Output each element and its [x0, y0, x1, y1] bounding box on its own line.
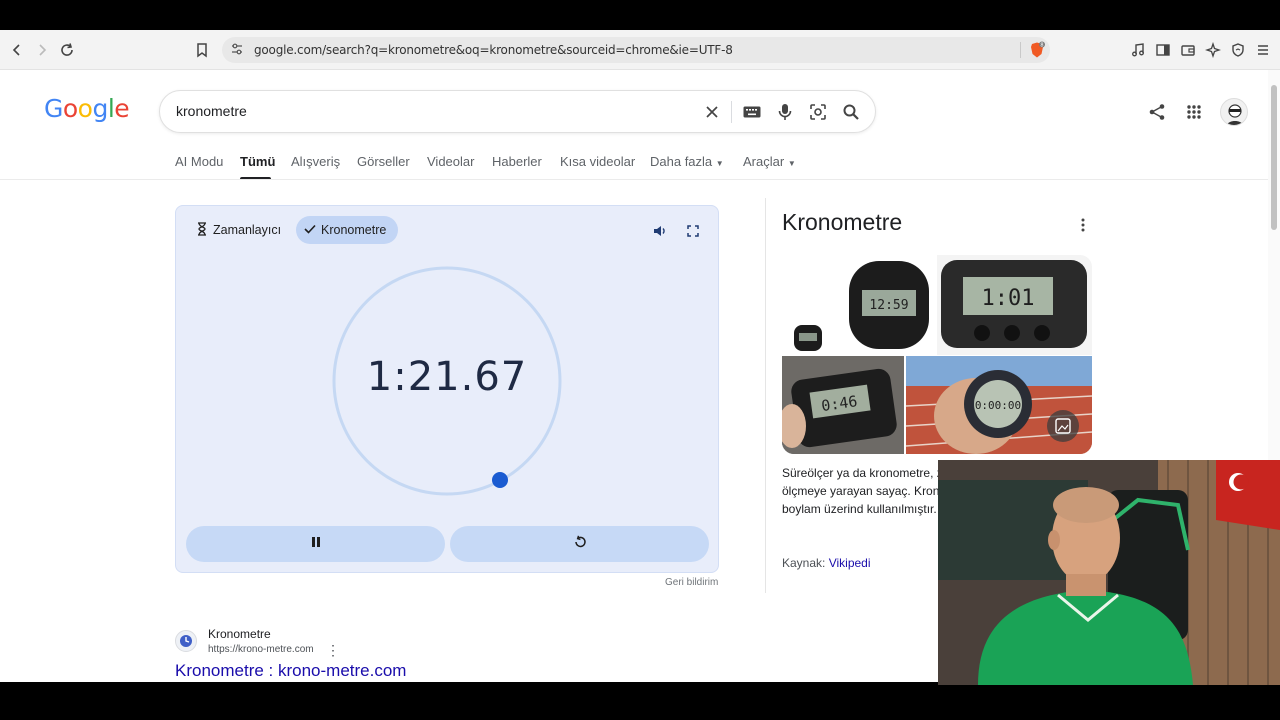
logo-letter: o: [62, 94, 78, 123]
result-url[interactable]: https://krono-metre.com: [208, 644, 314, 655]
hourglass-icon: [196, 221, 208, 239]
panel-source-link[interactable]: Vikipedi: [829, 556, 871, 570]
pause-icon: [311, 535, 321, 553]
webcam-overlay: [938, 460, 1280, 685]
panel-image-stopwatch-4[interactable]: 0:00:00: [906, 356, 1092, 454]
bookmark-icon[interactable]: [190, 38, 214, 62]
chevron-down-icon: ▼: [787, 159, 796, 168]
browser-toolbar: google.com/search?q=kronometre&oq=kronom…: [0, 30, 1280, 70]
address-divider: [1020, 42, 1021, 58]
sidebar-icon[interactable]: [1151, 38, 1175, 62]
google-logo[interactable]: Google: [44, 94, 130, 123]
tab-news[interactable]: Haberler: [492, 154, 542, 169]
reload-icon[interactable]: [55, 38, 79, 62]
check-icon: [304, 223, 316, 237]
stopwatch-widget: Zamanlayıcı Kronometre 1:21.67: [175, 205, 719, 573]
tab-images[interactable]: Görseller: [357, 154, 410, 169]
forward-icon[interactable]: [30, 38, 54, 62]
menu-icon[interactable]: [1251, 38, 1275, 62]
logo-letter: G: [44, 94, 63, 123]
logo-letter: g: [92, 94, 108, 123]
result-title-link[interactable]: Kronometre : krono-metre.com: [175, 661, 406, 681]
media-icon[interactable]: [1126, 38, 1150, 62]
tab-more[interactable]: Daha fazla ▼: [650, 154, 724, 169]
result-site-name[interactable]: Kronometre: [208, 627, 271, 641]
address-bar[interactable]: google.com/search?q=kronometre&oq=kronom…: [222, 37, 1050, 63]
lens-icon[interactable]: [807, 101, 829, 123]
site-settings-icon[interactable]: [230, 42, 246, 58]
share-icon[interactable]: [1145, 100, 1169, 124]
panel-source-label: Kaynak:: [782, 556, 826, 570]
fullscreen-icon[interactable]: [684, 222, 702, 240]
search-box[interactable]: [159, 90, 876, 133]
tab-more-label: Daha fazla: [650, 154, 713, 169]
tabs-divider: [0, 179, 1280, 180]
volume-icon[interactable]: [651, 222, 669, 240]
search-icon[interactable]: [840, 101, 862, 123]
tab-tools-label: Araçlar: [743, 154, 785, 169]
stopwatch-tab[interactable]: Kronometre: [296, 216, 399, 244]
tab-videos[interactable]: Videolar: [427, 154, 474, 169]
search-input[interactable]: [176, 103, 676, 119]
chevron-down-icon: ▼: [715, 159, 724, 168]
tab-ai-mode[interactable]: AI Modu: [175, 154, 223, 169]
apps-grid-icon[interactable]: [1182, 100, 1206, 124]
svg-text:12:59: 12:59: [869, 298, 908, 313]
shields-count: 8: [1040, 42, 1043, 48]
wallet-icon[interactable]: [1176, 38, 1200, 62]
panel-title: Kronometre: [782, 209, 903, 235]
stopwatch-tab-label: Kronometre: [321, 223, 387, 237]
clear-icon[interactable]: [701, 101, 723, 123]
tab-tools[interactable]: Araçlar ▼: [743, 154, 796, 169]
reset-button[interactable]: [450, 526, 709, 562]
back-icon[interactable]: [5, 38, 29, 62]
scrollbar-thumb[interactable]: [1271, 85, 1277, 230]
microphone-icon[interactable]: [774, 101, 796, 123]
panel-more-icon[interactable]: [1076, 216, 1090, 234]
panel-image-stopwatch-1[interactable]: 12:59: [782, 255, 934, 355]
tab-all[interactable]: Tümü: [240, 154, 275, 169]
timer-tab-label: Zamanlayıcı: [213, 223, 282, 237]
tab-shopping[interactable]: Alışveriş: [291, 154, 340, 169]
panel-source: Kaynak: Vikipedi: [782, 556, 871, 570]
elapsed-time: 1:21.67: [366, 354, 528, 400]
vpn-shield-icon[interactable]: [1226, 38, 1250, 62]
search-divider: [731, 101, 732, 123]
brave-shields-icon[interactable]: 8: [1028, 41, 1046, 59]
leo-ai-icon[interactable]: [1201, 38, 1225, 62]
url-text[interactable]: google.com/search?q=kronometre&oq=kronom…: [254, 43, 733, 57]
panel-divider: [765, 198, 766, 593]
logo-letter: o: [77, 94, 93, 123]
keyboard-icon[interactable]: [741, 101, 763, 123]
svg-text:0:00:00: 0:00:00: [975, 399, 1021, 412]
seconds-indicator-dot: [492, 472, 508, 488]
more-options-icon[interactable]: ⋮: [326, 642, 340, 659]
panel-image-stopwatch-3[interactable]: 0:46: [782, 356, 904, 454]
timer-tab[interactable]: Zamanlayıcı: [188, 216, 293, 244]
reset-icon: [573, 535, 587, 554]
panel-image-stopwatch-2[interactable]: 1:01: [937, 255, 1092, 355]
pause-button[interactable]: [186, 526, 445, 562]
site-favicon[interactable]: [175, 630, 197, 652]
svg-text:1:01: 1:01: [982, 286, 1035, 311]
feedback-link[interactable]: Geri bildirim: [665, 577, 718, 588]
account-avatar[interactable]: [1220, 98, 1248, 126]
logo-letter: e: [114, 94, 130, 123]
tab-shorts[interactable]: Kısa videolar: [560, 154, 635, 169]
